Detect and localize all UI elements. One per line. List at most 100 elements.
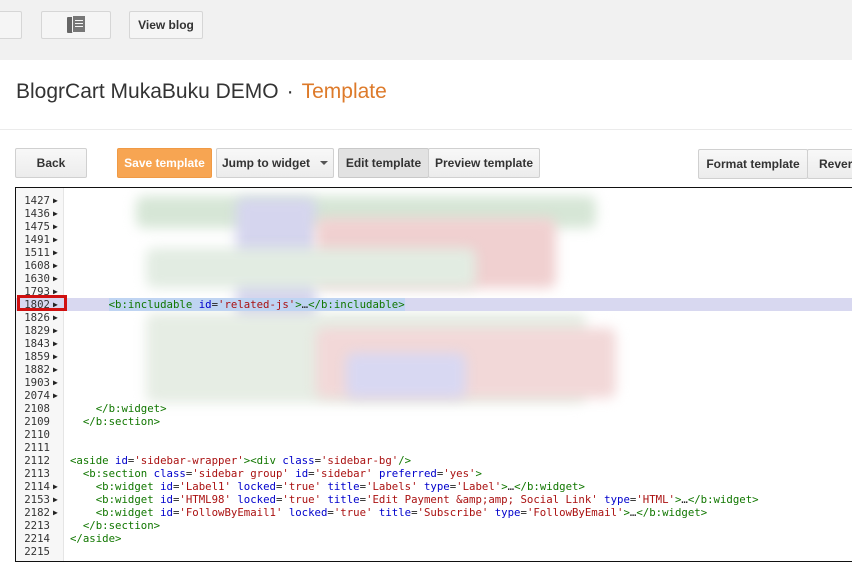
fold-arrow-icon[interactable]: ▶ — [53, 324, 58, 337]
title-separator: · — [286, 80, 294, 103]
code-line[interactable]: 1511 ▶ — [16, 246, 852, 259]
section-name: Template — [301, 80, 387, 103]
fold-arrow-icon[interactable]: ▶ — [53, 246, 58, 259]
code-line[interactable]: 2215 — [16, 545, 852, 558]
save-template-button[interactable]: Save template — [117, 148, 212, 178]
line-number: 2214 — [24, 532, 50, 545]
code-line[interactable]: 2110 — [16, 428, 852, 441]
fold-arrow-icon[interactable]: ▶ — [53, 207, 58, 220]
code-line[interactable]: 1859 ▶ — [16, 350, 852, 363]
fold-arrow-icon[interactable]: ▶ — [53, 337, 58, 350]
fold-arrow-icon[interactable]: ▶ — [53, 363, 58, 376]
page-title: BlogrCart MukaBuku DEMO · Template — [16, 80, 387, 104]
revert-button[interactable]: Revert — [807, 149, 852, 179]
fold-arrow-icon[interactable]: ▶ — [53, 220, 58, 233]
line-number: 2109 — [24, 415, 50, 428]
fold-arrow-icon[interactable]: ▶ — [53, 194, 58, 207]
line-number: 2113 — [24, 467, 50, 480]
code-text: <aside id='sidebar-wrapper'><div class='… — [70, 454, 412, 467]
line-number: 1826 — [24, 311, 50, 324]
line-number: 1491 — [24, 233, 50, 246]
code-text: </b:section> — [82, 415, 161, 428]
fold-arrow-icon[interactable]: ▶ — [53, 311, 58, 324]
fold-arrow-icon[interactable]: ▶ — [53, 376, 58, 389]
code-line[interactable]: 2113 <b:section class='sidebar group' id… — [16, 467, 852, 480]
code-line[interactable]: 1427 ▶ — [16, 194, 852, 207]
jump-to-widget-dropdown[interactable]: Jump to widget — [216, 148, 334, 178]
code-line[interactable]: 2114 ▶ <b:widget id='Label1' locked='true… — [16, 480, 852, 493]
divider — [0, 129, 852, 130]
back-button[interactable]: Back — [15, 148, 87, 178]
chevron-down-icon — [320, 161, 328, 165]
blog-name: BlogrCart MukaBuku DEMO — [16, 80, 279, 103]
code-line[interactable]: 1829 ▶ — [16, 324, 852, 337]
pages-button[interactable] — [41, 11, 111, 39]
code-line[interactable]: 1608 ▶ — [16, 259, 852, 272]
code-line[interactable]: 2109 </b:section> — [16, 415, 852, 428]
line-number: 1843 — [24, 337, 50, 350]
fold-arrow-icon[interactable]: ▶ — [53, 272, 58, 285]
back-nav-button[interactable] — [0, 11, 22, 39]
line-number: 1511 — [24, 246, 50, 259]
pages-icon — [67, 15, 86, 35]
edit-template-button[interactable]: Edit template — [338, 148, 429, 178]
code-line[interactable]: 1843 ▶ — [16, 337, 852, 350]
format-template-button[interactable]: Format template — [698, 149, 808, 179]
code-line[interactable]: 1793 ▶ — [16, 285, 852, 298]
code-text: <b:section class='sidebar group' id='sid… — [82, 467, 482, 480]
line-number: 2108 — [24, 402, 50, 415]
code-line[interactable]: 2214 </aside> — [16, 532, 852, 545]
code-line[interactable]: 2108 </b:widget> — [16, 402, 852, 415]
code-line[interactable]: 1475 ▶ — [16, 220, 852, 233]
line-number: 2213 — [24, 519, 50, 532]
code-text: <b:widget id='FollowByEmail1' locked='tr… — [95, 506, 708, 519]
code-text: </aside> — [70, 532, 122, 545]
fold-arrow-icon[interactable]: ▶ — [53, 350, 58, 363]
line-number: 2074 — [24, 389, 50, 402]
line-number: 1903 — [24, 376, 50, 389]
line-number: 2110 — [24, 428, 50, 441]
code-line[interactable]: 1882 ▶ — [16, 363, 852, 376]
line-number: 1630 — [24, 272, 50, 285]
code-editor[interactable]: 1427 ▶ 1436 ▶ 1475 ▶ 1491 ▶ 1511 ▶ 1608 ▶ 1630 ▶ 1793 ▶… — [15, 187, 852, 562]
line-number: 1427 — [24, 194, 50, 207]
code-line[interactable]: 1436 ▶ — [16, 207, 852, 220]
code-line[interactable]: 2153 ▶ <b:widget id='HTML98' locked='true… — [16, 493, 852, 506]
code-line[interactable]: 2111 — [16, 441, 852, 454]
fold-arrow-icon[interactable]: ▶ — [53, 259, 58, 272]
jump-to-widget-label: Jump to widget — [222, 156, 310, 170]
code-line[interactable]: 2074 ▶ — [16, 389, 852, 402]
line-number: 1829 — [24, 324, 50, 337]
code-line[interactable]: 1491 ▶ — [16, 233, 852, 246]
line-number: 2114 — [24, 480, 50, 493]
code-text: <b:includable id='related-js'>…</b:inclu… — [108, 298, 405, 311]
highlight-box — [17, 295, 67, 311]
code-line[interactable]: 1826 ▶ — [16, 311, 852, 324]
code-line[interactable]: 1903 ▶ — [16, 376, 852, 389]
preview-template-button[interactable]: Preview template — [428, 148, 540, 178]
line-number: 1882 — [24, 363, 50, 376]
top-bar: View blog — [0, 0, 852, 60]
code-line[interactable]: 1802 ▶ <b:includable id='related-js'>…</b… — [16, 298, 852, 311]
code-line[interactable]: 1630 ▶ — [16, 272, 852, 285]
line-number: 1608 — [24, 259, 50, 272]
line-number: 2111 — [24, 441, 50, 454]
line-number: 1436 — [24, 207, 50, 220]
view-blog-button[interactable]: View blog — [129, 11, 203, 39]
fold-arrow-icon[interactable]: ▶ — [53, 493, 58, 506]
code-line[interactable]: 2213 </b:section> — [16, 519, 852, 532]
line-number: 2153 — [24, 493, 50, 506]
line-number: 1859 — [24, 350, 50, 363]
fold-arrow-icon[interactable]: ▶ — [53, 389, 58, 402]
code-text: <b:widget id='HTML98' locked='true' titl… — [95, 493, 759, 506]
code-line[interactable]: 2182 ▶ <b:widget id='FollowByEmail1' lock… — [16, 506, 852, 519]
line-number: 1475 — [24, 220, 50, 233]
code-text: </b:widget> — [95, 402, 167, 415]
fold-arrow-icon[interactable]: ▶ — [53, 233, 58, 246]
line-number: 2182 — [24, 506, 50, 519]
fold-arrow-icon[interactable]: ▶ — [53, 480, 58, 493]
fold-arrow-icon[interactable]: ▶ — [53, 506, 58, 519]
line-number: 2112 — [24, 454, 50, 467]
code-line[interactable]: 2112 <aside id='sidebar-wrapper'><div cla… — [16, 454, 852, 467]
code-text: </b:section> — [82, 519, 161, 532]
